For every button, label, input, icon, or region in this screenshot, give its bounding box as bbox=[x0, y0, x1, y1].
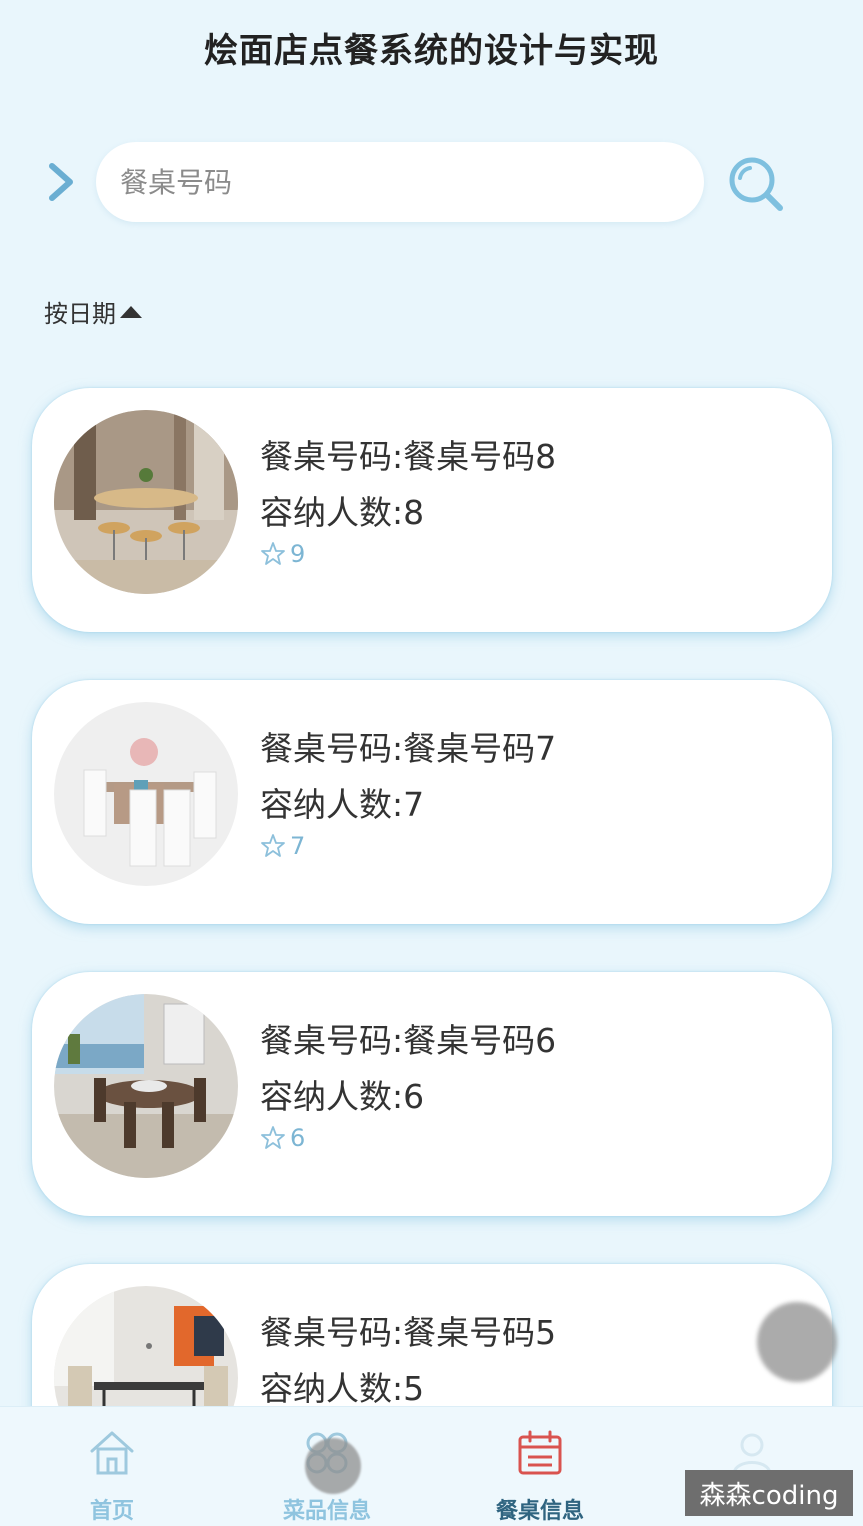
chevron-right-icon[interactable] bbox=[42, 160, 82, 204]
table-number: 餐桌号码:餐桌号码6 bbox=[260, 1021, 557, 1060]
tab-label: 首页 bbox=[89, 1499, 134, 1524]
table-image bbox=[54, 410, 238, 594]
floating-action-button[interactable] bbox=[757, 1302, 837, 1382]
calendar-icon bbox=[518, 1430, 562, 1475]
star-icon bbox=[261, 542, 285, 565]
sort-by-date[interactable]: 按日期 bbox=[44, 294, 142, 329]
page-title: 烩面店点餐系统的设计与实现 bbox=[204, 31, 659, 71]
table-card[interactable]: 餐桌号码:餐桌号码6 容纳人数:6 6 bbox=[32, 972, 832, 1216]
table-number: 餐桌号码:餐桌号码7 bbox=[260, 729, 557, 768]
tab-tables[interactable]: 餐桌信息 bbox=[460, 1407, 620, 1526]
tab-label: 菜品信息 bbox=[282, 1499, 371, 1524]
favorite-count[interactable]: 7 bbox=[260, 832, 305, 860]
table-card[interactable]: 餐桌号码:餐桌号码8 容纳人数:8 9 bbox=[32, 388, 832, 632]
sort-label: 按日期 bbox=[44, 300, 116, 328]
favorite-count[interactable]: 9 bbox=[260, 540, 305, 568]
search-bar bbox=[0, 140, 863, 226]
table-image bbox=[54, 994, 238, 1178]
search-icon[interactable] bbox=[724, 152, 790, 218]
table-capacity: 容纳人数:8 bbox=[260, 493, 425, 532]
app: 烩面店点餐系统的设计与实现 按日期 bbox=[0, 0, 863, 1526]
star-icon bbox=[261, 834, 285, 857]
table-capacity: 容纳人数:5 bbox=[260, 1369, 425, 1408]
table-capacity: 容纳人数:7 bbox=[260, 785, 425, 824]
favorite-number: 6 bbox=[290, 1124, 306, 1152]
table-card[interactable]: 餐桌号码:餐桌号码7 容纳人数:7 7 bbox=[32, 680, 832, 924]
table-image bbox=[54, 702, 238, 886]
table-capacity: 容纳人数:6 bbox=[260, 1077, 425, 1116]
floating-overlay-button[interactable] bbox=[305, 1438, 361, 1494]
table-number: 餐桌号码:餐桌号码8 bbox=[260, 437, 557, 476]
tab-label: 餐桌信息 bbox=[495, 1499, 584, 1524]
favorite-number: 9 bbox=[290, 540, 306, 568]
sort-up-icon bbox=[120, 305, 142, 318]
favorite-count[interactable]: 6 bbox=[260, 1124, 305, 1152]
table-number: 餐桌号码:餐桌号码5 bbox=[260, 1313, 557, 1352]
search-input[interactable] bbox=[96, 142, 704, 222]
header: 烩面店点餐系统的设计与实现 bbox=[0, 0, 863, 95]
tab-home[interactable]: 首页 bbox=[32, 1407, 192, 1526]
star-icon bbox=[261, 1126, 285, 1149]
watermark: 森森coding bbox=[685, 1470, 853, 1516]
home-icon bbox=[90, 1431, 134, 1475]
favorite-number: 7 bbox=[290, 832, 306, 860]
